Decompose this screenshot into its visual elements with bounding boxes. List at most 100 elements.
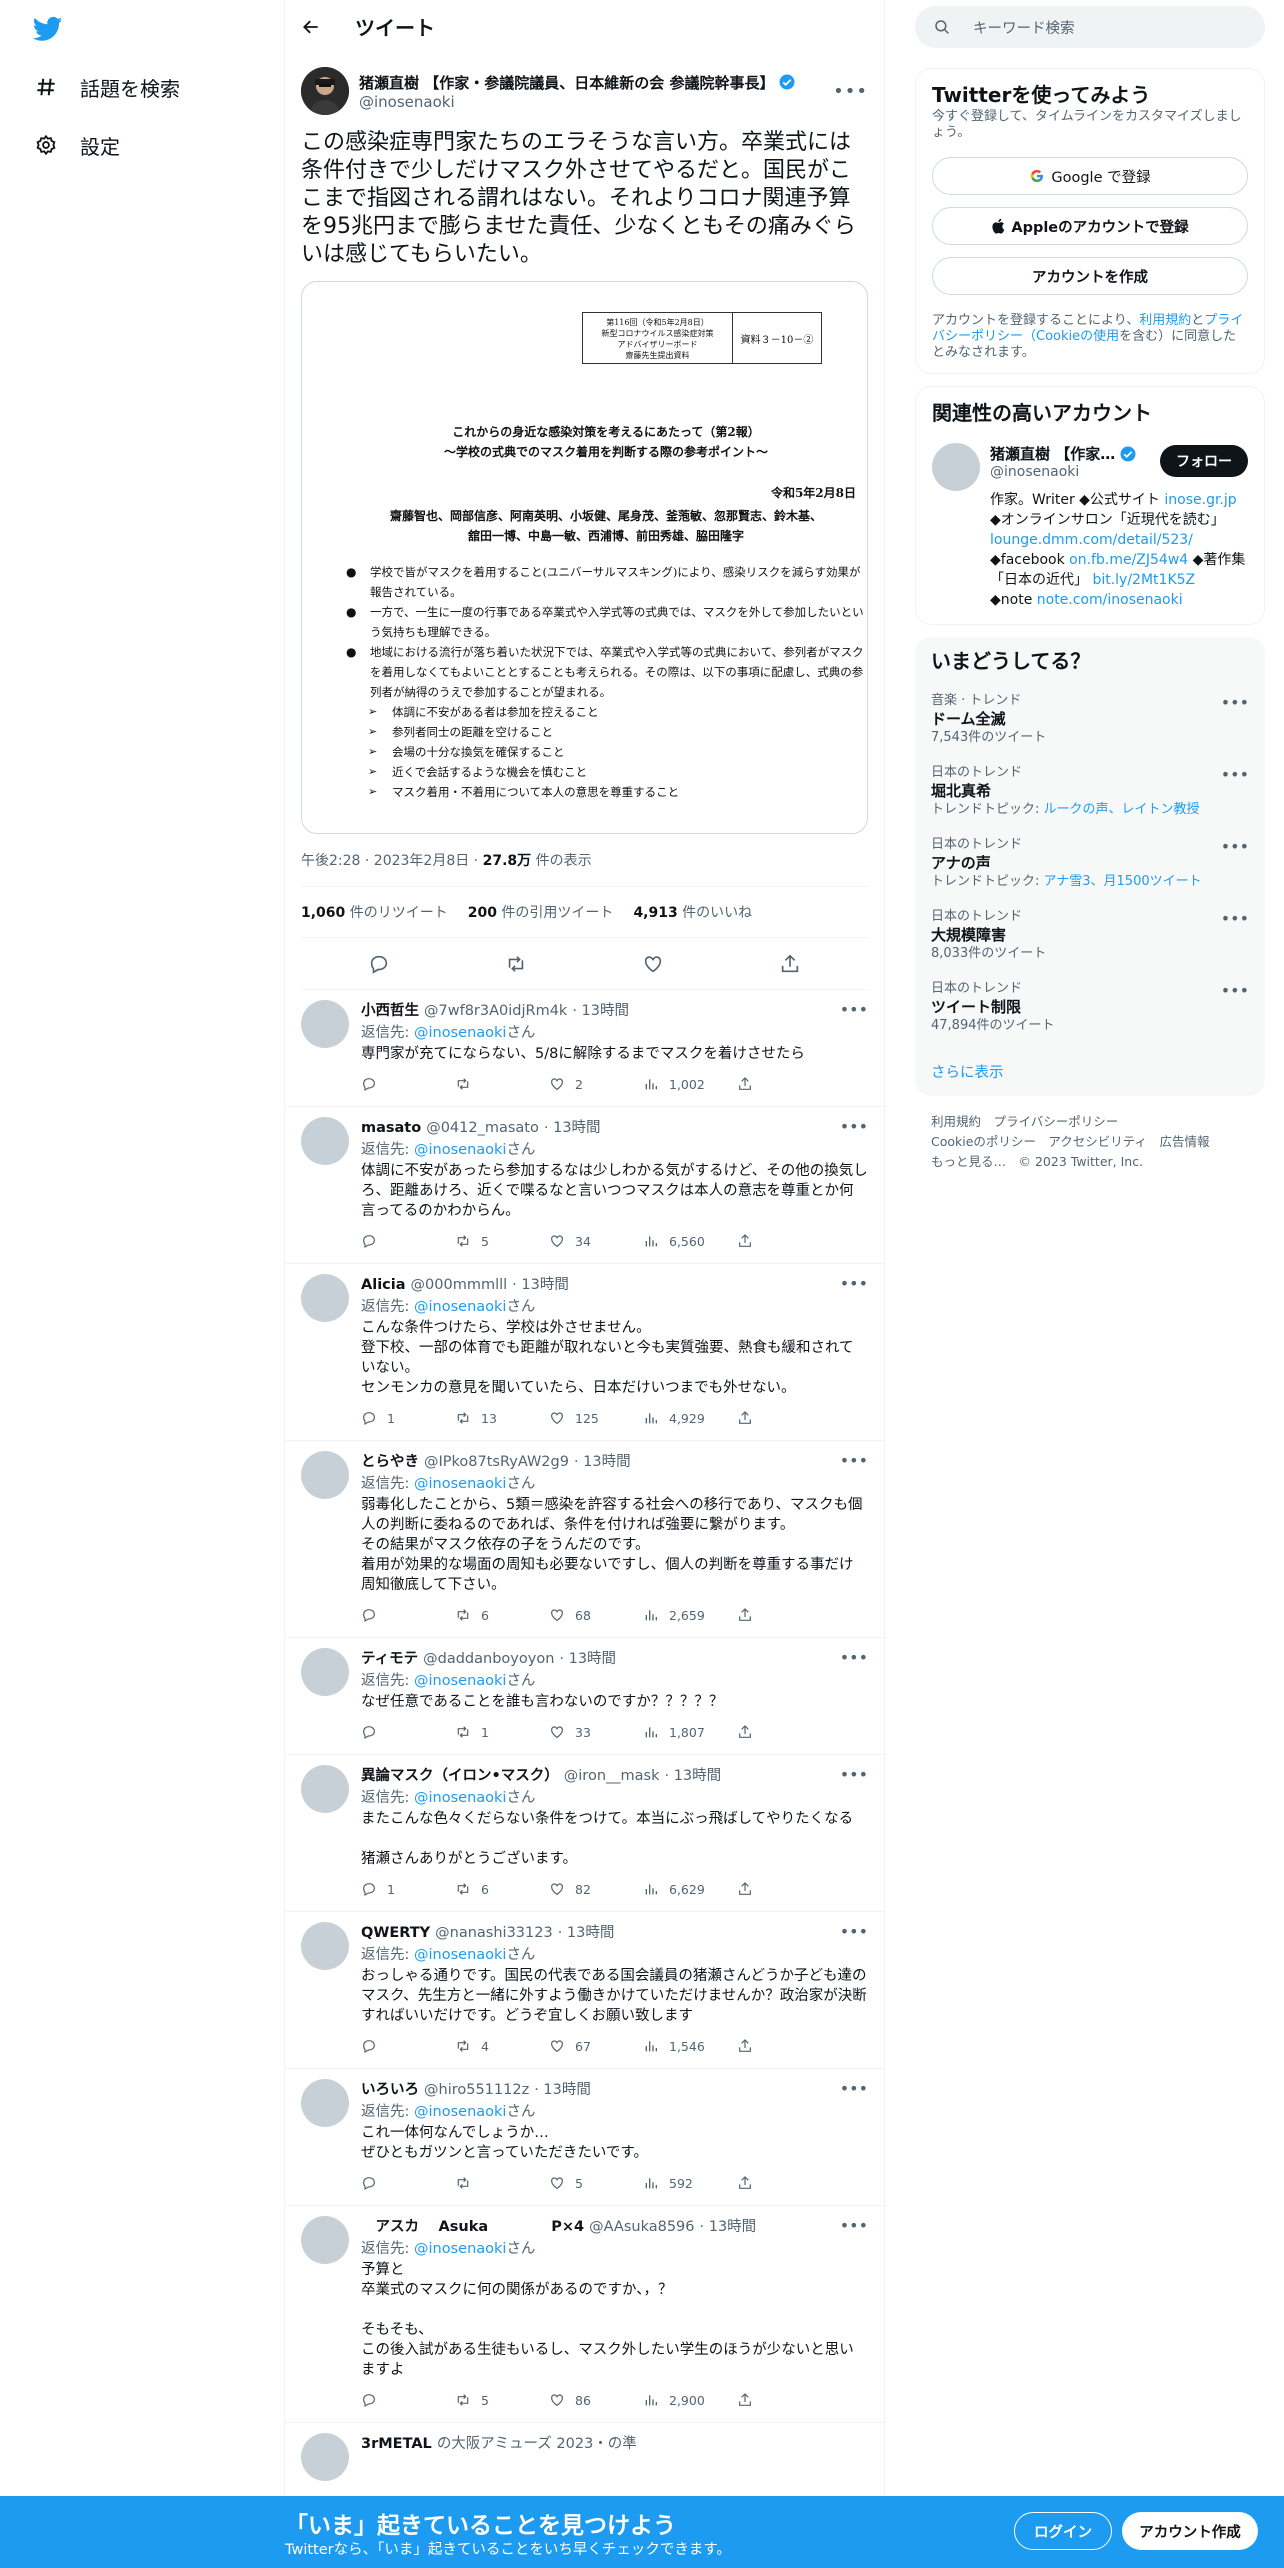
retweet-button[interactable]: 13 — [455, 1410, 549, 1426]
reply-avatar[interactable] — [301, 1274, 349, 1322]
reply-to-handle[interactable]: @inosenaoki — [414, 1476, 506, 1492]
reply-time[interactable]: · 13時間 — [534, 2079, 591, 2101]
views-button[interactable]: 2,900 — [643, 2392, 737, 2408]
retweet-button[interactable]: 5 — [455, 2392, 549, 2408]
reply-to-handle[interactable]: @inosenaoki — [414, 2241, 506, 2257]
bio-link[interactable]: inose.gr.jp — [1164, 492, 1236, 508]
like-button[interactable]: 68 — [549, 1607, 643, 1623]
trend-more-icon[interactable]: ••• — [1221, 909, 1249, 928]
signup-button[interactable]: アカウント作成 — [1122, 2512, 1258, 2550]
reply-more-icon[interactable]: ••• — [840, 1000, 868, 1019]
trend-more-icon[interactable]: ••• — [1221, 981, 1249, 1000]
trend-item[interactable]: 日本のトレンド 大規模障害 8,033件のツイート ••• — [931, 909, 1249, 963]
reply-time[interactable]: · 13時間 — [664, 1765, 721, 1787]
reply-handle[interactable]: @hiro551112z — [424, 2079, 529, 2101]
reply-tweet[interactable]: 異論マスク（イロン•マスク） @iron__mask · 13時間 返信先: @ino… — [285, 1755, 884, 1912]
views-button[interactable]: 1,002 — [643, 1076, 737, 1092]
reply-handle[interactable]: @000mmmlll — [411, 1274, 508, 1296]
show-more-link[interactable]: さらに表示 — [931, 1061, 1249, 1082]
reply-name[interactable]: QWERTY — [361, 1922, 430, 1944]
views-button[interactable]: 4,929 — [643, 1410, 737, 1426]
reply-button[interactable]: 1 — [361, 1410, 455, 1426]
share-button[interactable] — [737, 1410, 831, 1426]
reply-to-handle[interactable]: @inosenaoki — [414, 1299, 506, 1315]
apple-signup-button[interactable]: Appleのアカウントで登録 — [932, 207, 1248, 245]
footer-line[interactable]: 利用規約 プライバシーポリシー — [931, 1112, 1249, 1132]
like-button[interactable]: 67 — [549, 2038, 643, 2054]
trend-more-icon[interactable]: ••• — [1221, 765, 1249, 784]
share-button[interactable] — [737, 2392, 831, 2408]
login-button[interactable]: ログイン — [1014, 2512, 1112, 2550]
bio-link[interactable]: lounge.dmm.com/detail/523/ — [990, 532, 1193, 548]
reply-handle[interactable]: @nanashi33123 — [435, 1922, 553, 1944]
trend-item[interactable]: 音楽 · トレンド ドーム全滅 7,543件のツイート ••• — [931, 693, 1249, 747]
reply-time[interactable]: · 13時間 — [558, 1922, 615, 1944]
like-button[interactable]: 2 — [549, 1076, 643, 1092]
reply-button[interactable] — [361, 1607, 455, 1623]
trend-more-icon[interactable]: ••• — [1221, 837, 1249, 856]
nav-settings[interactable]: 設定 — [34, 125, 120, 165]
reply-to-handle[interactable]: @inosenaoki — [414, 2104, 506, 2120]
trend-item[interactable]: 日本のトレンド ツイート制限 47,894件のツイート ••• — [931, 981, 1249, 1035]
reply-time[interactable]: · 13時間 — [559, 1648, 616, 1670]
trend-topic-links[interactable]: ルークの声、レイトン教授 — [1044, 802, 1200, 817]
reply-button[interactable] — [361, 2038, 455, 2054]
more-options-icon[interactable]: ••• — [833, 81, 868, 102]
retweet-button[interactable]: 4 — [455, 2038, 549, 2054]
google-signup-button[interactable]: Google で登録 — [932, 157, 1248, 195]
like-button[interactable]: 33 — [549, 1724, 643, 1740]
related-account[interactable]: 猪瀬直樹 【作家… @inosenaoki 作家。Writer ◆公式サイト i… — [932, 443, 1248, 610]
reply-name[interactable]: ティモテ — [361, 1648, 418, 1670]
reply-name[interactable]: masato — [361, 1117, 421, 1139]
reply-tweet[interactable]: ティモテ @daddanboyoyon · 13時間 返信先: @inosenaoki… — [285, 1638, 884, 1755]
retweet-button[interactable]: 1 — [455, 1724, 549, 1740]
bio-link[interactable]: note.com/inosenaoki — [1037, 592, 1183, 608]
author-handle[interactable]: @inosenaoki — [359, 93, 796, 111]
trend-topic-links[interactable]: アナ雪3、月1500ツイート — [1044, 874, 1202, 889]
reply-time[interactable]: · 13時間 — [700, 2216, 757, 2238]
bio-link[interactable]: on.fb.me/ZJ54w4 — [1069, 552, 1188, 568]
tweet-time[interactable]: 午後2:28 · 2023年2月8日 · — [301, 853, 483, 869]
reply-avatar[interactable] — [301, 1000, 349, 1048]
trend-more-icon[interactable]: ••• — [1221, 693, 1249, 712]
share-icon[interactable] — [779, 953, 801, 975]
reply-name[interactable]: Alicia — [361, 1274, 406, 1296]
retweet-button[interactable] — [455, 2175, 549, 2191]
like-button[interactable]: 86 — [549, 2392, 643, 2408]
reply-name[interactable]: とらやき — [361, 1451, 419, 1473]
reply-handle[interactable]: @0412_masato — [426, 1117, 539, 1139]
reply-more-icon[interactable]: ••• — [840, 2216, 868, 2235]
reply-icon[interactable] — [368, 953, 390, 975]
reply-more-icon[interactable]: ••• — [840, 1274, 868, 1293]
reply-more-icon[interactable]: ••• — [840, 1765, 868, 1784]
share-button[interactable] — [737, 1607, 831, 1623]
reply-avatar[interactable] — [301, 1922, 349, 1970]
share-button[interactable] — [737, 2175, 831, 2191]
reply-more-icon[interactable]: ••• — [840, 2079, 868, 2098]
related-avatar[interactable] — [932, 443, 980, 491]
author-avatar[interactable] — [301, 67, 349, 115]
reply-more-icon[interactable]: ••• — [840, 1451, 868, 1470]
like-button[interactable]: 34 — [549, 1233, 643, 1249]
reply-name[interactable]: いろいろ — [361, 2079, 419, 2101]
twitter-logo-icon[interactable] — [30, 14, 66, 44]
retweet-button[interactable]: 6 — [455, 1607, 549, 1623]
reply-button[interactable] — [361, 1233, 455, 1249]
footer-line[interactable]: Cookieのポリシー アクセシビリティ 広告情報 — [931, 1132, 1249, 1152]
views-button[interactable]: 1,546 — [643, 2038, 737, 2054]
reply-button[interactable] — [361, 1724, 455, 1740]
retweet-icon[interactable] — [505, 953, 527, 975]
reply-avatar[interactable] — [301, 1648, 349, 1696]
reply-handle[interactable]: @daddanboyoyon — [423, 1648, 554, 1670]
share-button[interactable] — [737, 2038, 831, 2054]
reply-tweet[interactable]: いろいろ @hiro551112z · 13時間 返信先: @inosenaokiさん… — [285, 2069, 884, 2206]
reply-button[interactable] — [361, 1076, 455, 1092]
reply-avatar[interactable] — [301, 2216, 349, 2264]
reply-handle[interactable]: @AAsuka8596 — [589, 2216, 694, 2238]
bio-link[interactable]: bit.ly/2Mt1K5Z — [1092, 572, 1195, 588]
reply-more-icon[interactable]: ••• — [840, 1117, 868, 1136]
reply-tweet[interactable]: アスカ Asuka P×4 @AAsuka8596 · 13時間 返信先: @inos… — [285, 2206, 884, 2423]
reply-button[interactable] — [361, 2175, 455, 2191]
reply-to-handle[interactable]: @inosenaoki — [414, 1790, 506, 1806]
reply-avatar[interactable] — [301, 1765, 349, 1813]
